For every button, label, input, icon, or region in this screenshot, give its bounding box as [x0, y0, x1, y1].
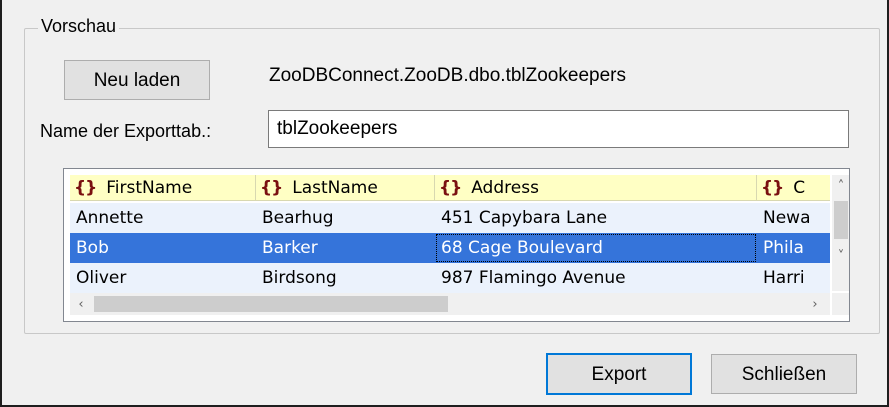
vertical-scrollbar[interactable]: ˄ ˅ — [832, 175, 849, 291]
dialog-window: Vorschau Neu laden ZooDBConnect.ZooDB.db… — [0, 0, 889, 407]
table-cell[interactable]: Newa — [757, 203, 830, 233]
reload-button[interactable]: Neu laden — [64, 60, 210, 100]
source-table-path: ZooDBConnect.ZooDB.dbo.tblZookeepers — [269, 65, 626, 86]
table-cell[interactable]: Bob — [70, 233, 256, 263]
grid-header: {} FirstName {} LastName {} Address {} C — [70, 175, 830, 201]
scrollbar-corner — [832, 293, 849, 315]
table-cell[interactable]: Harri — [757, 263, 830, 293]
close-button[interactable]: Schließen — [711, 354, 857, 394]
column-header-firstname[interactable]: {} FirstName — [70, 175, 256, 201]
scroll-right-icon[interactable]: › — [806, 295, 824, 313]
export-button[interactable]: Export — [546, 353, 692, 395]
table-cell[interactable]: 451 Capybara Lane — [435, 203, 757, 233]
scroll-down-icon[interactable]: ˅ — [832, 247, 849, 265]
export-name-label: Name der Exporttab.: — [40, 121, 212, 141]
preview-group-title: Vorschau — [38, 15, 120, 37]
column-header-label: C — [793, 178, 806, 198]
table-row-selected[interactable]: Bob Barker 68 Cage Boulevard Phila — [70, 233, 830, 263]
table-cell-focused[interactable]: 68 Cage Boulevard — [435, 233, 757, 263]
table-cell[interactable]: Annette — [70, 203, 256, 233]
column-header-label: Address — [471, 178, 539, 198]
vertical-scroll-thumb[interactable] — [834, 201, 848, 239]
braces-icon: {} — [761, 178, 784, 198]
table-cell[interactable]: Bearhug — [256, 203, 435, 233]
table-cell[interactable]: Oliver — [70, 263, 256, 293]
braces-icon: {} — [74, 178, 97, 198]
scroll-left-icon[interactable]: ‹ — [72, 295, 90, 313]
table-row[interactable]: Oliver Birdsong 987 Flamingo Avenue Harr… — [70, 263, 830, 293]
table-cell[interactable]: Birdsong — [256, 263, 435, 293]
table-cell[interactable]: Barker — [256, 233, 435, 263]
table-row[interactable]: Annette Bearhug 451 Capybara Lane Newa — [70, 203, 830, 233]
table-cell[interactable]: Phila — [757, 233, 830, 263]
horizontal-scroll-thumb[interactable] — [94, 296, 448, 312]
column-header-address[interactable]: {} Address — [435, 175, 757, 201]
column-header-label: LastName — [292, 178, 378, 198]
preview-grid: {} FirstName {} LastName {} Address {} C… — [63, 168, 850, 322]
braces-icon: {} — [439, 178, 462, 198]
column-header-city[interactable]: {} C — [757, 175, 830, 201]
export-name-input[interactable] — [268, 110, 849, 148]
table-cell[interactable]: 987 Flamingo Avenue — [435, 263, 757, 293]
braces-icon: {} — [260, 178, 283, 198]
column-header-label: FirstName — [106, 178, 193, 198]
horizontal-scrollbar[interactable]: ‹ › — [70, 293, 830, 315]
scroll-up-icon[interactable]: ˄ — [832, 177, 849, 195]
column-header-lastname[interactable]: {} LastName — [256, 175, 435, 201]
